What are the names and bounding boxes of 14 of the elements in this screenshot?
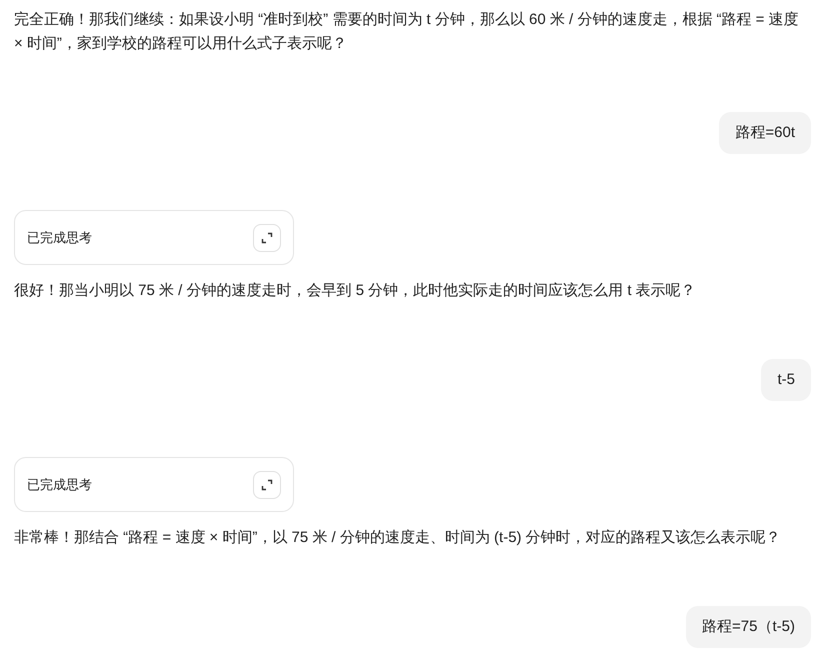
thinking-status: 已完成思考 bbox=[27, 476, 92, 494]
thinking-status: 已完成思考 bbox=[27, 228, 92, 247]
user-message: 路程=75（t-5) bbox=[686, 606, 811, 648]
expand-icon bbox=[261, 232, 273, 244]
user-message: t-5 bbox=[761, 359, 811, 401]
assistant-message: 非常棒！那结合 “路程 = 速度 × 时间”，以 75 米 / 分钟的速度走、时间为 (t-5) 分钟时，对应的路程又该怎么表示呢？ bbox=[14, 528, 782, 548]
user-message: 路程=60t bbox=[719, 112, 811, 154]
expand-button[interactable] bbox=[253, 224, 281, 252]
assistant-message: 完全正确！那我们继续：如果设小明 “准时到校” 需要的时间为 t 分钟，那么以 60 米 / 分钟的速度走，根据 “路程 = 速度 × 时间”，家到学校的路程可以用什么式子表示呢？ bbox=[14, 10, 800, 54]
assistant-message: 很好！那当小明以 75 米 / 分钟的速度走时，会早到 5 分钟，此时他实际走的时间应该怎么用 t 表示呢？ bbox=[14, 281, 697, 301]
thinking-card[interactable]: 已完成思考 bbox=[14, 457, 294, 512]
thinking-card[interactable]: 已完成思考 bbox=[14, 210, 294, 265]
expand-button[interactable] bbox=[253, 470, 281, 498]
expand-icon bbox=[261, 478, 273, 490]
